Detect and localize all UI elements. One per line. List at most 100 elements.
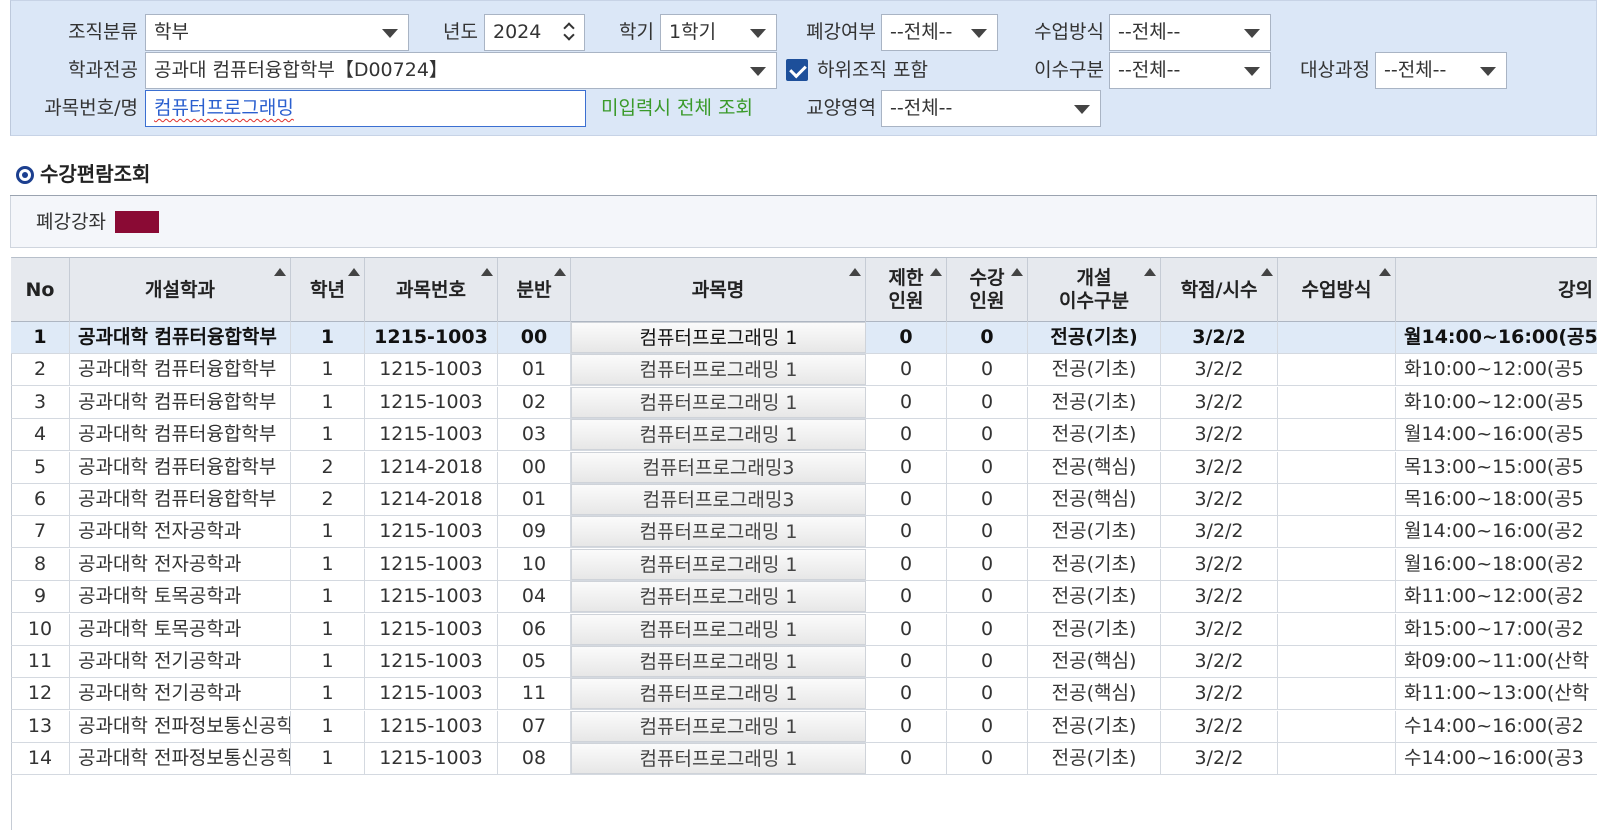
col-dept-header[interactable]: 개설학과 <box>70 258 291 322</box>
include-sub-checkbox[interactable] <box>786 59 808 81</box>
table-row[interactable]: 1 공과대학 컴퓨터융합학부 1 1215-1003 00 컴퓨터프로그래밍 1 0 0 전공(… <box>11 322 1597 354</box>
table-row[interactable]: 10 공과대학 토목공학과 1 1215-1003 06 컴퓨터프로그래밍 1 0 0 전공(기… <box>11 613 1597 646</box>
cell-time: 수14:00~16:00(공3 <box>1404 747 1584 770</box>
cell-section: 01 <box>498 484 571 515</box>
liberal-value: --전체-- <box>890 97 953 119</box>
col-limit-header[interactable]: 제한 인원 <box>866 258 947 322</box>
closed-value: --전체-- <box>890 21 953 43</box>
table-row[interactable]: 8 공과대학 전자공학과 1 1215-1003 10 컴퓨터프로그래밍 1 0 0 전공(기초… <box>11 548 1597 581</box>
col-open-type-header[interactable]: 개설 이수구분 <box>1028 258 1161 322</box>
course-name-button[interactable]: 컴퓨터프로그래밍 1 <box>571 743 866 775</box>
cell-no: 3 <box>11 386 70 418</box>
org-class-label: 조직분류 <box>68 21 138 43</box>
cell-type: 전공(핵심) <box>1028 646 1161 677</box>
cell-credit: 3/2/2 <box>1161 386 1278 418</box>
cell-code: 1215-1003 <box>365 354 498 386</box>
cell-dept: 공과대학 전기공학과 <box>70 646 291 677</box>
org-class-select[interactable]: 학부 <box>145 14 409 51</box>
cell-no: 8 <box>11 548 70 580</box>
sort-icon[interactable] <box>348 268 360 276</box>
cell-time: 화15:00~17:00(공2 <box>1404 617 1584 640</box>
cell-code: 1215-1003 <box>365 516 498 548</box>
cell-type: 전공(기초) <box>1028 386 1161 418</box>
col-section-header[interactable]: 분반 <box>498 258 571 322</box>
table-row[interactable]: 3 공과대학 컴퓨터융합학부 1 1215-1003 02 컴퓨터프로그래밍 1 0 0 전공(… <box>11 386 1597 419</box>
cell-grade: 1 <box>291 516 365 548</box>
year-stepper[interactable]: 2024 <box>484 14 585 51</box>
table-row[interactable]: 14 공과대학 전파정보통신공학 1 1215-1003 08 컴퓨터프로그래밍 100전… <box>11 743 1597 776</box>
table-row[interactable]: 9 공과대학 토목공학과 1 1215-1003 04 컴퓨터프로그래밍 1 0 0 전공(기초… <box>11 581 1597 614</box>
sort-icon[interactable] <box>930 268 942 276</box>
table-row[interactable]: 4 공과대학 컴퓨터융합학부 1 1215-1003 03 컴퓨터프로그래밍 1 0 0 전공(… <box>11 419 1597 452</box>
cell-time: 화11:00~13:00(산학 <box>1404 682 1590 705</box>
course-name-button[interactable]: 컴퓨터프로그래밍 1 <box>571 646 866 677</box>
cell-dept: 공과대학 전파정보통신공학 <box>70 743 291 775</box>
table-row[interactable]: 11 공과대학 전기공학과 1 1215-1003 05 컴퓨터프로그래밍 1 0 0 전공(핵… <box>11 646 1597 678</box>
table-row[interactable]: 2 공과대학 컴퓨터융합학부 1 1215-1003 01 컴퓨터프로그래밍 1 0 0 전공(… <box>11 354 1597 387</box>
cell-enrolled: 0 <box>947 516 1028 548</box>
col-lecture-header[interactable]: 강의 <box>1396 258 1597 322</box>
cell-credit: 3/2/2 <box>1161 354 1278 386</box>
org-class-value: 학부 <box>154 21 189 43</box>
table-row[interactable]: 6 공과대학 컴퓨터융합학부 2 1214-2018 01 컴퓨터프로그래밍3 0 0 전공(핵… <box>11 484 1597 516</box>
liberal-select[interactable]: --전체-- <box>881 90 1101 127</box>
sort-icon[interactable] <box>1261 268 1273 276</box>
col-enrolled-header[interactable]: 수강 인원 <box>947 258 1028 322</box>
course-name-button[interactable]: 컴퓨터프로그래밍3 <box>571 484 866 515</box>
course-name-button[interactable]: 컴퓨터프로그래밍 1 <box>571 386 866 418</box>
cell-code: 1215-1003 <box>365 613 498 645</box>
sort-icon[interactable] <box>1144 268 1156 276</box>
cell-type: 전공(기초) <box>1028 613 1161 645</box>
course-name-button[interactable]: 컴퓨터프로그래밍 1 <box>571 548 866 580</box>
cell-credit: 3/2/2 <box>1161 710 1278 742</box>
course-name-button[interactable]: 컴퓨터프로그래밍 1 <box>571 678 866 710</box>
col-credit-header[interactable]: 학점/시수 <box>1161 258 1278 322</box>
cell-credit: 3/2/2 <box>1161 743 1278 775</box>
course-name-button[interactable]: 컴퓨터프로그래밍 1 <box>571 581 866 613</box>
cell-limit: 0 <box>866 419 947 451</box>
cell-dept: 공과대학 컴퓨터융합학부 <box>70 322 291 353</box>
year-value: 2024 <box>493 21 542 43</box>
cell-section: 01 <box>498 354 571 386</box>
spin-arrows-icon[interactable] <box>558 15 584 50</box>
sort-icon[interactable] <box>274 268 286 276</box>
col-code-header[interactable]: 과목번호 <box>365 258 498 322</box>
sort-icon[interactable] <box>849 268 861 276</box>
cell-section: 05 <box>498 646 571 677</box>
table-row[interactable]: 7 공과대학 전자공학과 1 1215-1003 09 컴퓨터프로그래밍 1 0 0 전공(기초… <box>11 516 1597 549</box>
course-name-button[interactable]: 컴퓨터프로그래밍 1 <box>571 354 866 386</box>
col-method-header[interactable]: 수업방식 <box>1278 258 1396 322</box>
course-name-button[interactable]: 컴퓨터프로그래밍 1 <box>571 516 866 548</box>
course-name-button[interactable]: 컴퓨터프로그래밍3 <box>571 451 866 483</box>
class-method-select[interactable]: --전체-- <box>1109 14 1271 51</box>
sort-icon[interactable] <box>554 268 566 276</box>
col-name-header[interactable]: 과목명 <box>571 258 866 322</box>
sort-icon[interactable] <box>1379 268 1391 276</box>
course-search-input[interactable]: 컴퓨터프로그래밍 <box>145 90 586 127</box>
chevron-down-icon <box>382 29 398 38</box>
course-name-button[interactable]: 컴퓨터프로그래밍 1 <box>571 613 866 645</box>
table-row[interactable]: 13 공과대학 전파정보통신공학 1 1215-1003 07 컴퓨터프로그래밍 100전… <box>11 710 1597 743</box>
sort-icon[interactable] <box>481 268 493 276</box>
col-grade-header[interactable]: 학년 <box>291 258 365 322</box>
cell-dept: 공과대학 컴퓨터융합학부 <box>70 451 291 483</box>
cell-code: 1215-1003 <box>365 419 498 451</box>
target-select[interactable]: --전체-- <box>1375 52 1507 89</box>
cell-method <box>1278 548 1396 580</box>
course-name-button[interactable]: 컴퓨터프로그래밍 1 <box>571 710 866 742</box>
col-no-header[interactable]: No <box>11 258 70 322</box>
completion-select[interactable]: --전체-- <box>1109 52 1271 89</box>
closed-select[interactable]: --전체-- <box>881 14 998 51</box>
cell-enrolled: 0 <box>947 581 1028 613</box>
cell-grade: 2 <box>291 451 365 483</box>
table-row[interactable]: 12 공과대학 전기공학과 1 1215-1003 11 컴퓨터프로그래밍 1 0 0 전공(핵… <box>11 678 1597 711</box>
semester-select[interactable]: 1학기 <box>660 14 777 51</box>
table-row[interactable]: 5 공과대학 컴퓨터융합학부 2 1214-2018 00 컴퓨터프로그래밍3 0 0 전공(핵… <box>11 451 1597 484</box>
dept-select[interactable]: 공과대 컴퓨터융합학부【D00724】 <box>145 52 777 89</box>
course-name-button[interactable]: 컴퓨터프로그래밍 1 <box>571 322 866 353</box>
sort-icon[interactable] <box>1011 268 1023 276</box>
left-edge <box>0 0 8 830</box>
cell-no: 2 <box>11 354 70 386</box>
course-name-button[interactable]: 컴퓨터프로그래밍 1 <box>571 419 866 451</box>
cell-dept: 공과대학 토목공학과 <box>70 581 291 613</box>
